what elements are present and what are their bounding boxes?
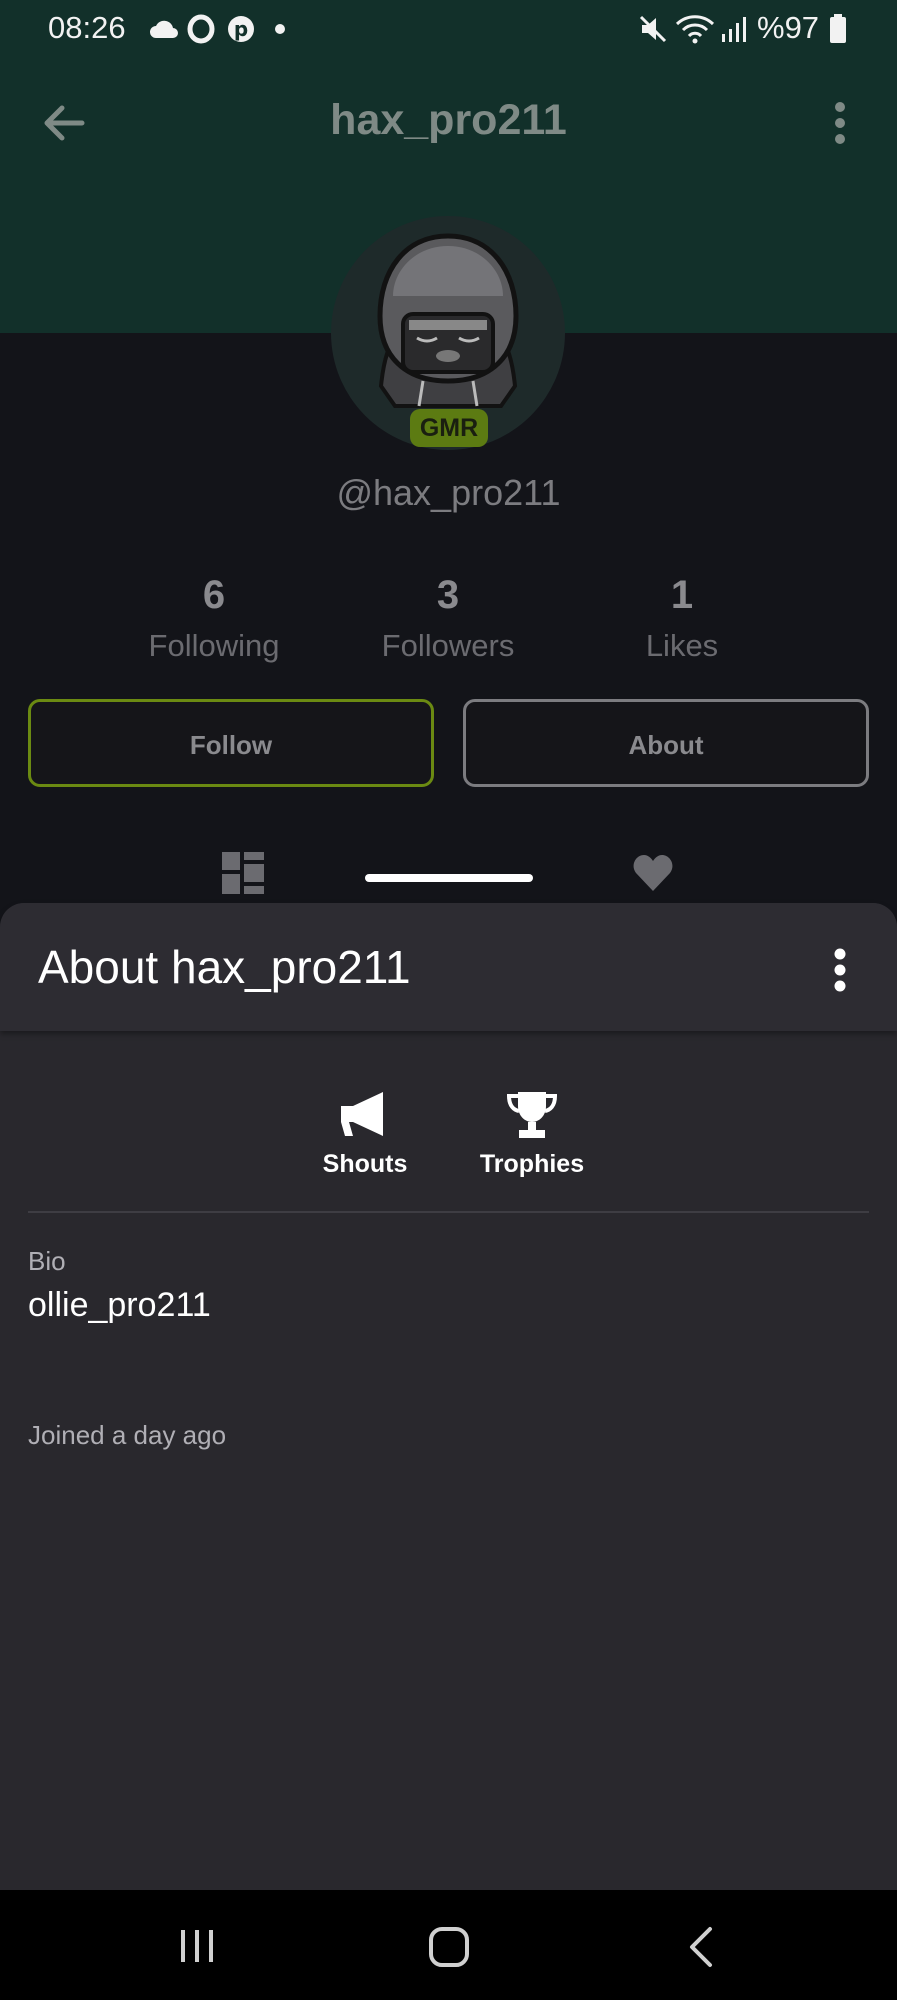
dashboard-grid-icon [222, 852, 264, 894]
stat-label: Following [148, 628, 280, 663]
home-button[interactable] [428, 1926, 470, 1968]
sheet-more-options-button[interactable] [820, 945, 860, 995]
about-bottom-sheet [0, 903, 897, 1890]
battery-icon [830, 14, 846, 43]
sheet-drag-handle[interactable] [365, 874, 533, 882]
stat-likes[interactable]: 1 Likes [582, 570, 782, 664]
page-title: hax_pro211 [330, 96, 567, 144]
trophies-tab[interactable]: Trophies [470, 1088, 594, 1178]
system-back-button[interactable] [686, 1926, 716, 1968]
about-button[interactable]: About [463, 699, 869, 787]
status-time: 08:26 [48, 10, 126, 45]
more-options-button[interactable] [815, 98, 865, 148]
likes-tab[interactable] [632, 853, 674, 893]
more-vertical-icon [834, 948, 846, 992]
stat-label: Followers [381, 628, 515, 663]
cloud-icon [150, 20, 178, 38]
divider [28, 1211, 869, 1213]
stat-label: Likes [645, 628, 719, 663]
stat-value: 3 [436, 573, 460, 617]
joined-date: Joined a day ago [28, 1420, 227, 1450]
follow-button[interactable]: Follow [28, 699, 434, 787]
stat-value: 6 [202, 573, 226, 617]
bio-label: Bio [28, 1246, 66, 1276]
posts-grid-tab[interactable] [222, 852, 264, 894]
chevron-left-icon [690, 1927, 712, 1967]
signal-icon [722, 17, 746, 42]
recents-icon [181, 1930, 213, 1962]
gmr-badge: GMR [410, 409, 488, 447]
stat-value: 1 [670, 573, 694, 617]
home-icon [429, 1927, 469, 1967]
trophy-icon [506, 1092, 558, 1138]
trophies-label: Trophies [479, 1150, 585, 1178]
megaphone-icon [341, 1092, 383, 1136]
profile-handle: @hax_pro211 [336, 472, 561, 513]
battery-percent: %97 [757, 10, 820, 45]
wifi-icon [675, 15, 715, 44]
svg-text:p: p [234, 17, 248, 41]
shouts-tab[interactable]: Shouts [315, 1088, 415, 1178]
stat-followers[interactable]: 3 Followers [348, 570, 548, 664]
pinterest-icon: p [228, 16, 254, 42]
mute-icon [639, 15, 667, 43]
dot-icon [275, 24, 285, 34]
sheet-title: About hax_pro211 [38, 941, 411, 993]
status-bar: 08:26 p %97 [0, 0, 897, 58]
bio-text: ollie_pro211 [28, 1286, 211, 1324]
heart-icon [633, 855, 673, 891]
shouts-label: Shouts [322, 1150, 408, 1178]
recent-apps-button[interactable] [177, 1928, 217, 1964]
stat-following[interactable]: 6 Following [114, 570, 314, 664]
more-vertical-icon [835, 102, 845, 144]
opera-icon [187, 14, 215, 44]
